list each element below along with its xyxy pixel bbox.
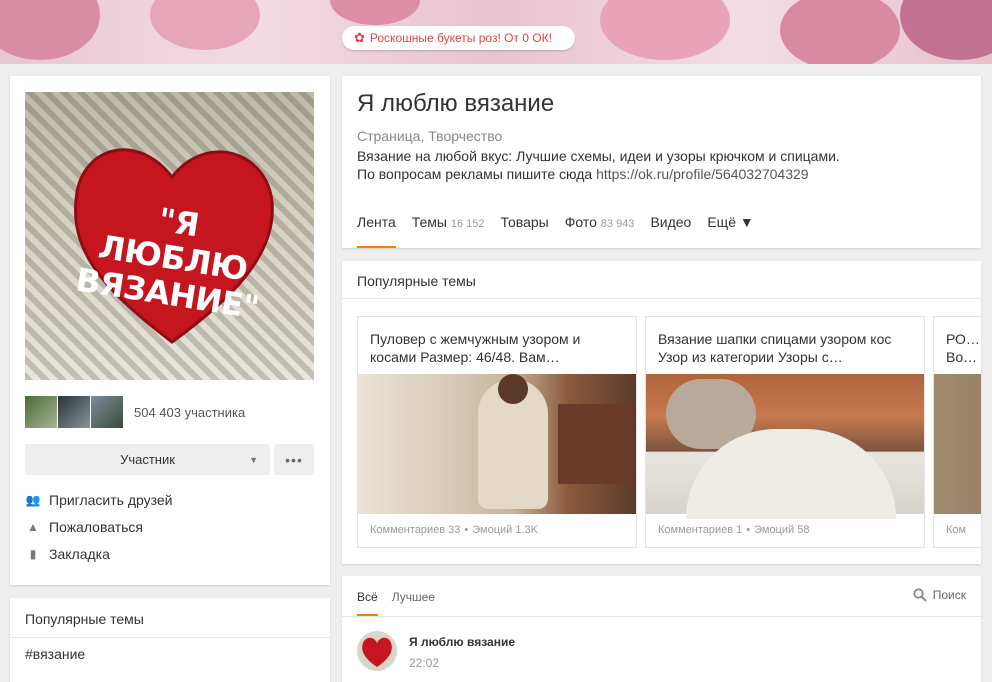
dropdown-arrow-icon: ▼ (249, 455, 258, 465)
group-title: Я люблю вязание (357, 90, 555, 117)
comments-count[interactable]: Ком (946, 524, 966, 536)
more-options-button[interactable]: ••• (274, 444, 314, 475)
bookmark-link[interactable]: ▮ Закладка (25, 546, 110, 562)
ad-contact-link[interactable]: https://ok.ru/profile/564032704329 (596, 166, 809, 182)
post-author-name[interactable]: Я люблю вязание (409, 635, 515, 649)
tab-label: Лента (357, 214, 396, 230)
topic-title[interactable]: Пуловер с жемчужным узором и косами Разм… (370, 330, 626, 366)
popular-topics-title: Популярные темы (357, 273, 476, 289)
ad-banner-link[interactable]: ✿ Роскошные букеты роз! От 0 ОК! (342, 26, 575, 50)
topic-title[interactable]: РО… Во… (946, 330, 981, 366)
comments-count[interactable]: Комментариев 1 (658, 524, 742, 536)
search-icon (913, 588, 927, 602)
post-timestamp[interactable]: 22:02 (409, 656, 439, 670)
feed-card: Всё Лучшее Поиск Я люблю вязание 22:02 (342, 576, 981, 682)
topic-card[interactable]: РО… Во… Ком (933, 316, 981, 548)
member-status-button[interactable]: Участник ▼ (25, 444, 270, 475)
tab-label: Товары (500, 214, 549, 230)
group-description: Вязание на любой вкус: Лучшие схемы, иде… (357, 147, 957, 183)
invite-friends-label: Пригласить друзей (49, 492, 173, 508)
emotions-count[interactable]: Эмоций 1.3K (472, 524, 538, 536)
flower-icon: ✿ (354, 30, 365, 45)
members-row[interactable]: 504 403 участника (25, 396, 245, 428)
tab-videos[interactable]: Видео (650, 214, 691, 248)
tab-label: Темы (411, 214, 447, 230)
emotions-count[interactable]: Эмоций 58 (754, 524, 809, 536)
feed-filter-tabs: Всё Лучшее (357, 590, 449, 616)
topic-card[interactable]: Вязание шапки спицами узором кос Узор из… (645, 316, 925, 548)
member-status-label: Участник (120, 452, 175, 467)
tab-count: 16 152 (450, 218, 485, 230)
member-avatar[interactable] (25, 396, 57, 428)
separator-dot: • (746, 524, 751, 536)
heart-avatar-image (362, 637, 392, 667)
tab-count: 83 943 (600, 218, 635, 230)
comments-count[interactable]: Комментариев 33 (370, 524, 460, 536)
topic-card[interactable]: Пуловер с жемчужным узором и косами Разм… (357, 316, 637, 548)
group-category[interactable]: Страница, Творчество (357, 128, 502, 144)
header-banner: ✿ Роскошные букеты роз! От 0 ОК! (0, 0, 992, 64)
report-link[interactable]: ▲ Пожаловаться (25, 519, 143, 535)
tab-label: Ещё ▼ (707, 214, 754, 230)
hashtag-link[interactable]: #вязание (25, 646, 85, 662)
topic-image[interactable] (358, 374, 636, 514)
invite-friends-link[interactable]: 👥 Пригласить друзей (25, 492, 173, 508)
feed-search-button[interactable]: Поиск (913, 588, 966, 602)
description-text: По вопросам рекламы пишите сюда (357, 166, 597, 182)
ad-banner-text: Роскошные букеты роз! От 0 ОК! (369, 31, 552, 45)
bookmark-label: Закладка (49, 546, 110, 562)
suitcase-shape (558, 404, 633, 484)
group-header-card: Я люблю вязание Страница, Творчество Вяз… (342, 76, 981, 248)
post-author-avatar[interactable] (357, 631, 397, 671)
bookmark-icon: ▮ (29, 547, 37, 561)
blossom-decoration (330, 0, 420, 25)
member-avatar[interactable] (91, 396, 123, 428)
group-avatar[interactable]: "Я ЛЮБЛЮ ВЯЗАНИЕ" (25, 92, 314, 380)
head-shape (498, 374, 528, 404)
tab-label: Видео (650, 214, 692, 230)
topic-meta: Ком (946, 524, 966, 536)
topic-image[interactable] (646, 374, 924, 519)
sidebar-popular-title: Популярные темы (25, 611, 144, 627)
tab-topics[interactable]: Темы 16 152 (412, 214, 485, 248)
topic-meta: Комментариев 33 • Эмоций 1.3K (370, 524, 538, 536)
group-nav-tabs: Лента Темы 16 152 Товары Фото 83 943 Вид… (357, 214, 770, 248)
member-avatar[interactable] (58, 396, 90, 428)
blossom-decoration (0, 0, 100, 60)
people-icon: 👥 (25, 493, 41, 507)
search-label: Поиск (932, 588, 966, 602)
sidebar-popular-topics: Популярные темы #вязание (10, 598, 330, 682)
blossom-decoration (150, 0, 260, 50)
tab-feed[interactable]: Лента (357, 214, 396, 248)
group-sidebar-card: "Я ЛЮБЛЮ ВЯЗАНИЕ" 504 403 участника Учас… (10, 76, 330, 585)
description-line: По вопросам рекламы пишите сюда https://… (357, 165, 957, 183)
tab-all[interactable]: Всё (357, 590, 378, 616)
report-label: Пожаловаться (49, 519, 144, 535)
blossom-decoration (780, 0, 900, 64)
popular-topics-card: Популярные темы Пуловер с жемчужным узор… (342, 261, 981, 564)
tab-photos[interactable]: Фото 83 943 (565, 214, 635, 248)
divider (10, 637, 330, 638)
topic-meta: Комментариев 1 • Эмоций 58 (658, 524, 809, 536)
tab-best[interactable]: Лучшее (392, 590, 435, 616)
blossom-decoration (600, 0, 730, 60)
topic-image[interactable] (934, 374, 981, 514)
tab-label: Фото (564, 214, 597, 230)
topic-title[interactable]: Вязание шапки спицами узором кос Узор из… (658, 330, 914, 366)
members-count[interactable]: 504 403 участника (134, 405, 245, 420)
tab-more[interactable]: Ещё ▼ (707, 214, 753, 248)
divider (342, 298, 981, 299)
separator-dot: • (464, 524, 469, 536)
warning-icon: ▲ (27, 520, 39, 534)
blossom-decoration (900, 0, 992, 60)
description-line: Вязание на любой вкус: Лучшие схемы, иде… (357, 148, 840, 164)
divider (342, 616, 981, 617)
tab-products[interactable]: Товары (501, 214, 549, 248)
